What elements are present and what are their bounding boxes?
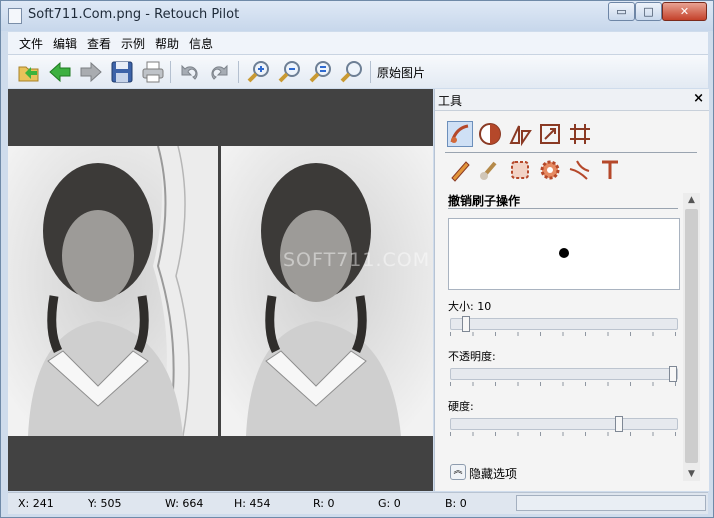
scroll-down-icon[interactable]: ▼ — [683, 467, 700, 481]
status-h: H: 454 — [234, 497, 271, 510]
title-bar: Soft711.Com.png - Retouch Pilot ▭ □ ✕ — [1, 1, 713, 31]
menu-bar: 文件 编辑 查看 示例 帮助 信息 — [8, 32, 708, 55]
minimize-button[interactable]: ▭ — [608, 2, 635, 21]
app-window: Soft711.Com.png - Retouch Pilot ▭ □ ✕ 文件… — [0, 0, 714, 518]
brush-preview — [448, 218, 680, 290]
tools-separator — [445, 152, 697, 153]
panel-title: 工具 — [438, 94, 463, 108]
section-title: 撤销刷子操作 — [448, 194, 521, 208]
tools-panel: 工具 × 撤销刷子操作 大小: 10 不透明度: 硬度: ︽ 隐藏选项 ▲ ▼ — [434, 89, 709, 491]
toolbar-separator — [170, 61, 171, 83]
watermark-text: SOFT711.COM — [283, 249, 431, 271]
menu-edit[interactable]: 编辑 — [53, 35, 77, 52]
save-disk-icon[interactable] — [109, 59, 135, 85]
brush-scratch-tool-icon[interactable] — [447, 121, 473, 147]
opacity-slider[interactable] — [450, 366, 678, 382]
menu-info[interactable]: 信息 — [189, 35, 213, 52]
status-b: B: 0 — [445, 497, 467, 510]
maximize-button[interactable]: □ — [635, 2, 662, 21]
status-x: X: 241 — [18, 497, 54, 510]
text-tool-icon[interactable] — [597, 157, 623, 183]
hardness-label: 硬度: — [448, 400, 474, 413]
forward-arrow-icon[interactable] — [78, 59, 104, 85]
print-icon[interactable] — [140, 59, 166, 85]
size-slider[interactable] — [450, 316, 678, 332]
status-progress-box — [516, 495, 706, 511]
hardness-slider-ticks — [450, 432, 676, 436]
hide-options-button[interactable]: ︽ — [450, 464, 466, 480]
zoom-in-icon[interactable] — [246, 59, 272, 85]
back-arrow-icon[interactable] — [47, 59, 73, 85]
close-button[interactable]: ✕ — [662, 2, 707, 21]
status-w: W: 664 — [165, 497, 204, 510]
scrollbar-thumb[interactable] — [685, 209, 698, 463]
patch-tool-icon[interactable] — [507, 157, 533, 183]
window-title: Soft711.Com.png - Retouch Pilot — [28, 7, 240, 22]
original-photo — [8, 146, 218, 436]
toolbar: 原始图片 — [8, 55, 708, 88]
size-value: 10 — [477, 300, 492, 313]
opacity-slider-thumb[interactable] — [669, 366, 677, 382]
panel-scrollbar[interactable]: ▲ ▼ — [683, 193, 700, 481]
status-g: G: 0 — [378, 497, 401, 510]
status-y: Y: 505 — [88, 497, 122, 510]
line-scratch-tool-icon[interactable] — [567, 157, 593, 183]
brush-preview-dot — [559, 248, 569, 258]
panel-header: 工具 × — [435, 89, 709, 111]
size-slider-thumb[interactable] — [461, 316, 470, 332]
size-label: 大小: 10 — [448, 300, 492, 313]
menu-examples[interactable]: 示例 — [121, 35, 145, 52]
open-folder-icon[interactable] — [16, 59, 42, 85]
retouched-photo — [221, 146, 433, 436]
original-image-button[interactable]: 原始图片 — [377, 64, 425, 81]
undo-icon[interactable] — [176, 59, 202, 85]
hide-options-label[interactable]: 隐藏选项 — [469, 465, 517, 482]
image-canvas[interactable]: SOFT711.COM — [8, 89, 433, 491]
smudge-brush-tool-icon[interactable] — [477, 157, 503, 183]
maximize-icon: □ — [643, 5, 654, 18]
zoom-fit-icon[interactable] — [308, 59, 334, 85]
transform-tool-icon[interactable] — [507, 121, 533, 147]
section-underline — [448, 208, 678, 209]
toolbar-separator — [238, 61, 239, 83]
hardness-slider[interactable] — [450, 416, 678, 432]
clone-stamp-tool-icon[interactable] — [477, 121, 503, 147]
resize-tool-icon[interactable] — [537, 121, 563, 147]
close-icon: ✕ — [679, 5, 690, 18]
crop-grid-tool-icon[interactable] — [567, 121, 593, 147]
gear-repair-tool-icon[interactable] — [537, 157, 563, 183]
status-r: R: 0 — [313, 497, 335, 510]
opacity-slider-ticks — [450, 382, 676, 386]
status-bar: X: 241 Y: 505 W: 664 H: 454 R: 0 G: 0 B:… — [8, 492, 708, 514]
scroll-up-icon[interactable]: ▲ — [683, 193, 700, 207]
panel-close-icon[interactable]: × — [693, 91, 704, 106]
menu-help[interactable]: 帮助 — [155, 35, 179, 52]
size-slider-ticks — [450, 332, 676, 336]
redo-icon[interactable] — [207, 59, 233, 85]
toolbar-separator — [370, 61, 371, 83]
opacity-label: 不透明度: — [448, 350, 496, 363]
menu-file[interactable]: 文件 — [19, 35, 43, 52]
app-icon — [8, 8, 22, 24]
minimize-icon: ▭ — [616, 5, 627, 18]
pencil-tool-icon[interactable] — [447, 157, 473, 183]
hardness-slider-thumb[interactable] — [614, 416, 623, 432]
zoom-actual-icon[interactable] — [339, 59, 365, 85]
menu-view[interactable]: 查看 — [87, 35, 111, 52]
zoom-out-icon[interactable] — [277, 59, 303, 85]
chevron-up-icon: ︽ — [453, 466, 463, 476]
